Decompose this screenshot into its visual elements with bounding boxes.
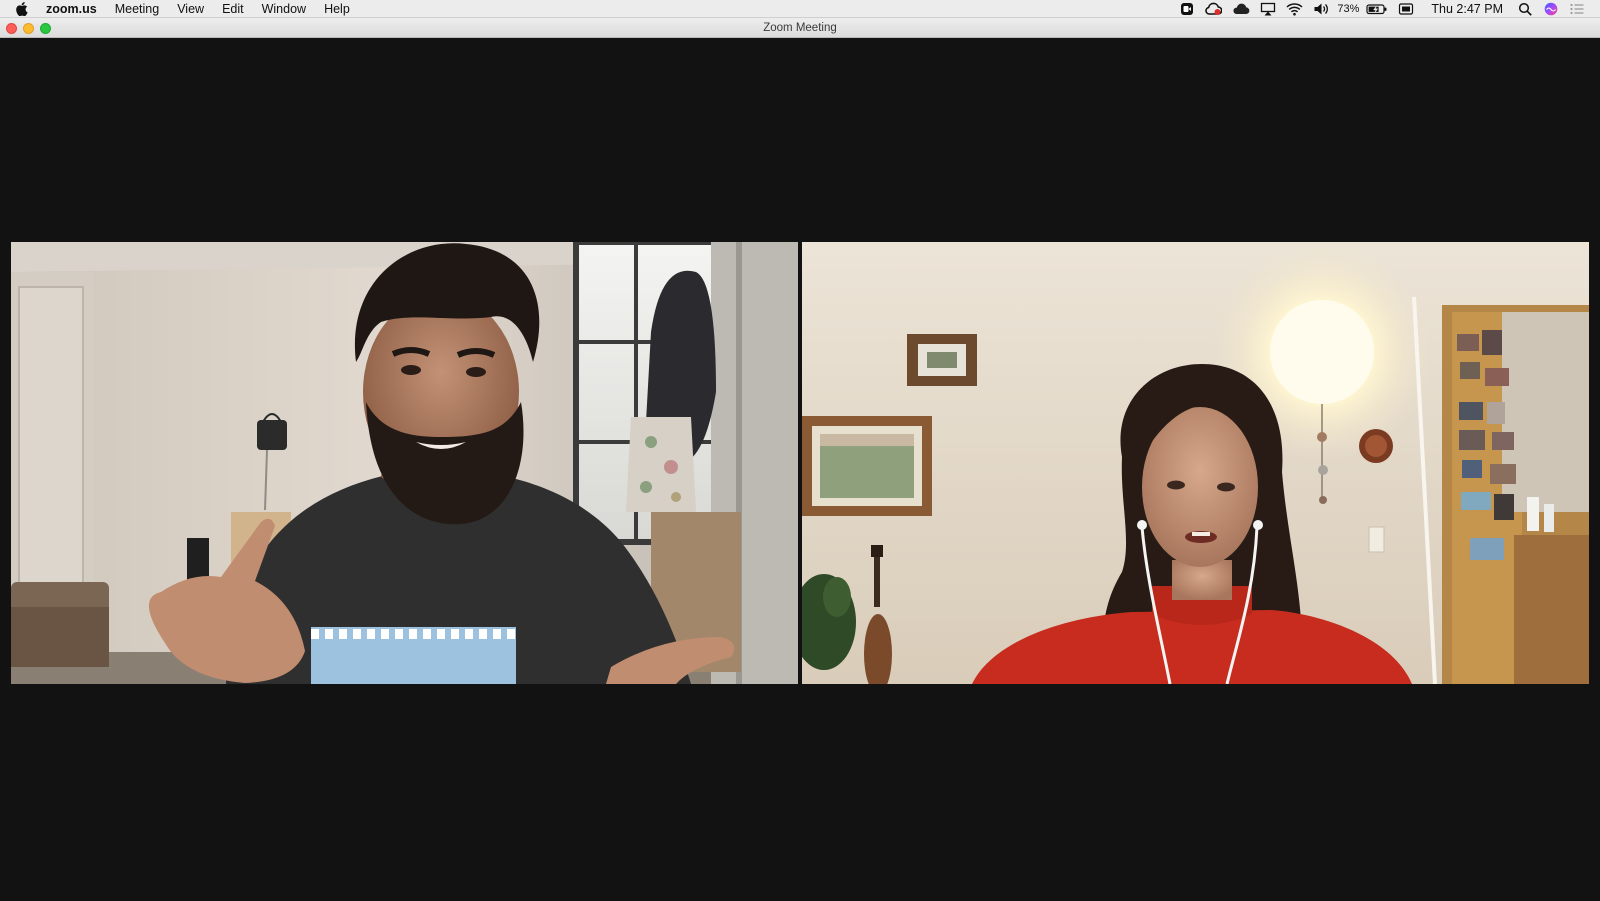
menu-edit[interactable]: Edit: [213, 0, 253, 18]
siri-icon[interactable]: [1543, 0, 1559, 18]
cloud-icon[interactable]: [1232, 0, 1250, 18]
airplay-icon[interactable]: [1260, 0, 1276, 18]
window-title-bar: Zoom Meeting: [0, 18, 1600, 38]
creative-cloud-icon[interactable]: [1204, 0, 1223, 18]
participant-video-1[interactable]: [11, 242, 798, 684]
menu-view[interactable]: View: [168, 0, 213, 18]
screen-record-icon[interactable]: [1180, 0, 1194, 18]
wifi-icon[interactable]: [1286, 0, 1303, 18]
battery-percent: 73%: [1337, 2, 1360, 15]
participant-video-2[interactable]: [802, 242, 1589, 684]
apple-icon[interactable]: [16, 1, 30, 16]
meeting-gallery: [0, 38, 1600, 901]
menu-bar: zoom.us Meeting View Edit Window Help 73…: [0, 0, 1600, 18]
display-icon[interactable]: [1398, 0, 1414, 18]
notification-center-icon[interactable]: [1569, 0, 1585, 18]
menu-meeting[interactable]: Meeting: [106, 0, 168, 18]
menu-app-name[interactable]: zoom.us: [44, 0, 106, 18]
menubar-clock[interactable]: Thu 2:47 PM: [1431, 2, 1503, 16]
volume-icon[interactable]: [1313, 0, 1330, 18]
menu-help[interactable]: Help: [315, 0, 359, 18]
window-title: Zoom Meeting: [763, 22, 837, 34]
battery-icon[interactable]: [1366, 0, 1388, 18]
menu-window[interactable]: Window: [253, 0, 315, 18]
spotlight-icon[interactable]: [1518, 0, 1533, 18]
